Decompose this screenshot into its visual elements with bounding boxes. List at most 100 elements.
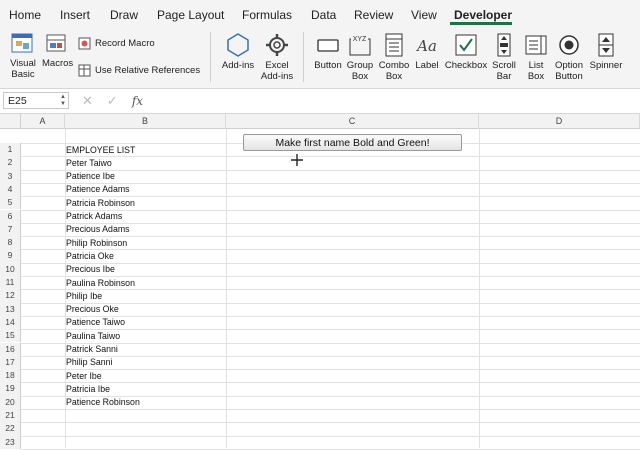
cell-b10[interactable]: Precious Ibe (66, 264, 115, 274)
scroll-bar-control[interactable]: Scroll Bar (491, 32, 517, 82)
combo-box-control[interactable]: Combo Box (377, 32, 411, 82)
cell-b7[interactable]: Precious Adams (66, 224, 130, 234)
grid-row-line (21, 409, 640, 410)
scroll-bar-icon (497, 33, 511, 57)
tab-view[interactable]: View (411, 8, 437, 22)
cell-b13[interactable]: Precious Oke (66, 304, 119, 314)
group-box-control[interactable]: XYZ Group Box (345, 32, 375, 82)
ribbon-tabs: Home Insert Draw Page Layout Formulas Da… (0, 0, 640, 26)
row-header-22[interactable]: 22 (0, 422, 21, 436)
row-header-11[interactable]: 11 (0, 276, 21, 290)
cell-b12[interactable]: Philip Ibe (66, 291, 102, 301)
cell-b20[interactable]: Patience Robinson (66, 397, 140, 407)
record-macro-button[interactable]: Record Macro (78, 37, 155, 50)
cell-b9[interactable]: Patricia Oke (66, 251, 114, 261)
row-header-17[interactable]: 17 (0, 355, 21, 370)
visual-basic-button[interactable]: Visual Basic (6, 32, 40, 80)
row-header-14[interactable]: 14 (0, 315, 21, 330)
cell-b19[interactable]: Patricia Ibe (66, 384, 110, 394)
worksheet-grid[interactable]: 1 2 3 4 5 6 7 8 9 10 11 12 13 14 15 16 17 18 19 20 21 22 23 EMP… (0, 129, 640, 450)
row-header-16[interactable]: 16 (0, 342, 21, 356)
formula-bar-icons: ✕ ✓ fx (82, 93, 143, 109)
row-header-3[interactable]: 3 (0, 169, 21, 183)
row-header-2[interactable]: 2 (0, 156, 21, 170)
macros-button[interactable]: Macros (42, 32, 73, 69)
row-header-13[interactable]: 13 (0, 302, 21, 316)
row-header-15[interactable]: 15 (0, 329, 21, 343)
cancel-icon[interactable]: ✕ (82, 93, 93, 109)
row-header-1[interactable]: 1 (0, 143, 21, 157)
select-all-corner[interactable] (0, 114, 21, 129)
row-header-23[interactable]: 23 (0, 435, 21, 449)
button-control-icon (317, 39, 339, 52)
confirm-icon[interactable]: ✓ (107, 93, 118, 109)
label-icon: Aa (415, 37, 437, 55)
row-header-21[interactable]: 21 (0, 409, 21, 423)
row-header-19[interactable]: 19 (0, 382, 21, 396)
cell-b8[interactable]: Philip Robinson (66, 238, 127, 248)
row-header-20[interactable]: 20 (0, 395, 21, 409)
row-header-18[interactable]: 18 (0, 369, 21, 383)
cell-b2[interactable]: Peter Taiwo (66, 158, 112, 168)
row-header-10[interactable]: 10 (0, 262, 21, 276)
tab-developer[interactable]: Developer (454, 8, 512, 22)
name-box-stepper-icon[interactable]: ▲ ▼ (60, 94, 66, 108)
form-button-control[interactable]: Button (311, 32, 345, 71)
visual-basic-icon (11, 33, 33, 53)
excel-add-ins-button[interactable]: Excel Add-ins (258, 32, 296, 82)
grid-row-line (21, 422, 640, 424)
cell-b14[interactable]: Patience Taiwo (66, 317, 125, 327)
grid-row-line (21, 382, 640, 384)
row-header-8[interactable]: 8 (0, 236, 21, 250)
label-icon-text: Aa (415, 37, 437, 55)
tab-data[interactable]: Data (311, 8, 336, 22)
column-header-d[interactable]: D (479, 114, 640, 129)
add-ins-button[interactable]: Add-ins (220, 32, 256, 71)
cell-b4[interactable]: Patience Adams (66, 184, 130, 194)
relative-references-icon (78, 64, 91, 77)
relative-references-button[interactable]: Use Relative References (78, 64, 200, 77)
list-box-control[interactable]: List Box (522, 32, 550, 82)
cell-b5[interactable]: Patricia Robinson (66, 198, 135, 208)
row-header-7[interactable]: 7 (0, 222, 21, 237)
grid-row-line (21, 369, 640, 371)
cell-b1[interactable]: EMPLOYEE LIST (66, 145, 135, 155)
checkbox-control[interactable]: Checkbox (443, 32, 489, 71)
formula-input[interactable] (160, 93, 630, 108)
cell-b16[interactable]: Patrick Sanni (66, 344, 118, 354)
macros-icon (46, 34, 66, 52)
combo-box-icon (385, 33, 403, 57)
insert-function-icon[interactable]: fx (132, 94, 143, 108)
tab-home[interactable]: Home (9, 8, 41, 22)
row-header-4[interactable]: 4 (0, 182, 21, 197)
ribbon-separator (303, 32, 304, 82)
column-header-b[interactable]: B (65, 114, 226, 129)
gear-icon (266, 34, 288, 56)
cell-b3[interactable]: Patience Ibe (66, 171, 115, 181)
tab-page-layout[interactable]: Page Layout (157, 8, 224, 22)
spinner-control[interactable]: Spinner (587, 32, 625, 71)
cell-b6[interactable]: Patrick Adams (66, 211, 122, 221)
cell-b18[interactable]: Peter Ibe (66, 371, 102, 381)
make-first-name-bold-green-button[interactable]: Make first name Bold and Green! (243, 134, 462, 151)
option-button-control[interactable]: Option Button (552, 32, 586, 82)
cell-b15[interactable]: Paulina Taiwo (66, 331, 120, 341)
tab-review[interactable]: Review (354, 8, 393, 22)
row-header-9[interactable]: 9 (0, 249, 21, 263)
column-header-c[interactable]: C (226, 114, 479, 129)
tab-insert[interactable]: Insert (60, 8, 90, 22)
tab-formulas[interactable]: Formulas (242, 8, 292, 22)
grid-row-line (21, 435, 640, 437)
row-header-5[interactable]: 5 (0, 196, 21, 210)
column-header-a[interactable]: A (21, 114, 65, 129)
tab-draw[interactable]: Draw (110, 8, 138, 22)
cell-b17[interactable]: Philip Sanni (66, 357, 112, 367)
formula-bar: E25 ▲ ▼ ✕ ✓ fx (0, 89, 640, 114)
cell-b11[interactable]: Paulina Robinson (66, 278, 135, 288)
row-header-6[interactable]: 6 (0, 209, 21, 223)
row-header-12[interactable]: 12 (0, 289, 21, 303)
option-button-icon (559, 35, 579, 55)
active-tab-indicator (450, 22, 512, 25)
label-control[interactable]: Aa Label (413, 32, 441, 71)
name-box[interactable]: E25 ▲ ▼ (3, 92, 69, 109)
